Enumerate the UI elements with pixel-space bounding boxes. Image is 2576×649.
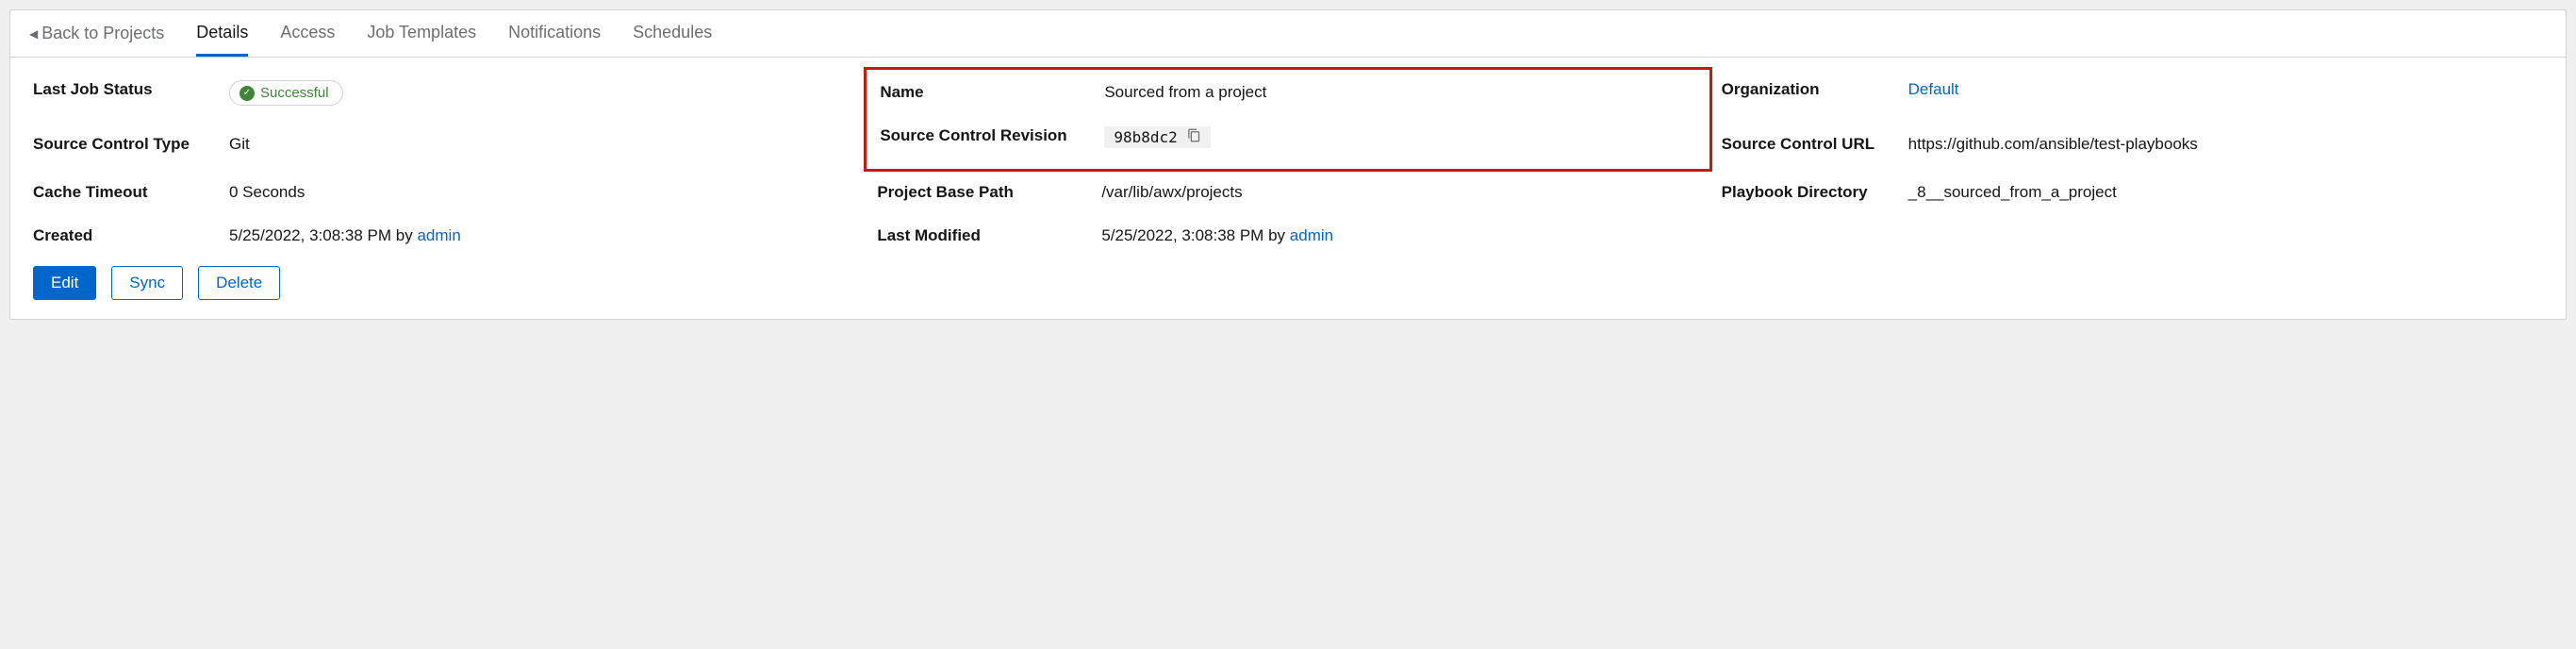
delete-button[interactable]: Delete	[198, 266, 280, 300]
value-source-control-url: https://github.com/ansible/test-playbook…	[1908, 135, 2543, 154]
organization-link[interactable]: Default	[1908, 80, 1959, 98]
field-project-base-path: Project Base Path /var/lib/awx/projects	[877, 183, 1698, 202]
value-playbook-directory: _8__sourced_from_a_project	[1908, 183, 2543, 202]
details-grid: Last Job Status ✓ Successful Name Source…	[33, 80, 2543, 245]
back-label: Back to Projects	[41, 24, 164, 43]
value-source-control-type: Git	[229, 135, 854, 154]
label-source-control-revision: Source Control Revision	[880, 126, 1097, 145]
highlight-box: Name Sourced from a project Source Contr…	[864, 67, 1711, 172]
field-created: Created 5/25/2022, 3:08:38 PM by admin	[33, 226, 854, 245]
value-created: 5/25/2022, 3:08:38 PM by admin	[229, 226, 854, 245]
details-content: Last Job Status ✓ Successful Name Source…	[10, 58, 2566, 319]
label-source-control-url: Source Control URL	[1722, 135, 1901, 154]
field-playbook-directory: Playbook Directory _8__sourced_from_a_pr…	[1722, 183, 2543, 202]
tab-schedules[interactable]: Schedules	[633, 11, 712, 57]
field-name: Name Sourced from a project	[880, 83, 1695, 102]
check-circle-icon: ✓	[239, 86, 255, 101]
field-last-job-status: Last Job Status ✓ Successful	[33, 80, 854, 110]
label-organization: Organization	[1722, 80, 1901, 99]
edit-button[interactable]: Edit	[33, 266, 96, 300]
label-project-base-path: Project Base Path	[877, 183, 1094, 202]
field-source-control-url: Source Control URL https://github.com/an…	[1722, 135, 2543, 158]
created-datetime: 5/25/2022, 3:08:38 PM	[229, 226, 391, 244]
empty-cell	[1722, 226, 2543, 245]
value-cache-timeout: 0 Seconds	[229, 183, 854, 202]
action-buttons: Edit Sync Delete	[33, 266, 2543, 300]
caret-left-icon: ◀	[29, 27, 38, 41]
modified-user-link[interactable]: admin	[1290, 226, 1333, 244]
created-user-link[interactable]: admin	[417, 226, 460, 244]
tab-notifications[interactable]: Notifications	[508, 11, 601, 57]
label-last-modified: Last Modified	[877, 226, 1094, 245]
field-last-modified: Last Modified 5/25/2022, 3:08:38 PM by a…	[877, 226, 1698, 245]
tabs-bar: ◀ Back to Projects Details Access Job Te…	[10, 10, 2566, 58]
revision-hash: 98b8dc2	[1114, 128, 1177, 146]
field-source-control-type: Source Control Type Git	[33, 135, 854, 158]
back-to-projects-link[interactable]: ◀ Back to Projects	[29, 24, 164, 43]
copy-icon[interactable]	[1187, 128, 1201, 146]
label-cache-timeout: Cache Timeout	[33, 183, 222, 202]
label-created: Created	[33, 226, 222, 245]
tab-job-templates[interactable]: Job Templates	[367, 11, 476, 57]
modified-datetime: 5/25/2022, 3:08:38 PM	[1101, 226, 1263, 244]
revision-chip: 98b8dc2	[1104, 126, 1210, 148]
label-last-job-status: Last Job Status	[33, 80, 222, 99]
sync-button[interactable]: Sync	[111, 266, 183, 300]
label-playbook-directory: Playbook Directory	[1722, 183, 1901, 202]
status-badge[interactable]: ✓ Successful	[229, 80, 343, 106]
field-organization: Organization Default	[1722, 80, 2543, 110]
value-organization: Default	[1908, 80, 2543, 99]
value-source-control-revision: 98b8dc2	[1104, 126, 1695, 148]
tab-access[interactable]: Access	[280, 11, 335, 57]
tab-details[interactable]: Details	[196, 11, 248, 57]
label-source-control-type: Source Control Type	[33, 135, 222, 154]
label-name: Name	[880, 83, 1097, 102]
value-name: Sourced from a project	[1104, 83, 1695, 102]
created-by-word: by	[396, 226, 413, 244]
highlighted-section: Name Sourced from a project Source Contr…	[877, 80, 1698, 158]
value-last-job-status: ✓ Successful	[229, 80, 854, 106]
field-source-control-revision: Source Control Revision 98b8dc2	[880, 126, 1695, 148]
value-project-base-path: /var/lib/awx/projects	[1101, 183, 1698, 202]
status-text: Successful	[260, 85, 329, 101]
modified-by-word: by	[1268, 226, 1285, 244]
field-cache-timeout: Cache Timeout 0 Seconds	[33, 183, 854, 202]
project-details-card: ◀ Back to Projects Details Access Job Te…	[9, 9, 2567, 320]
value-last-modified: 5/25/2022, 3:08:38 PM by admin	[1101, 226, 1698, 245]
